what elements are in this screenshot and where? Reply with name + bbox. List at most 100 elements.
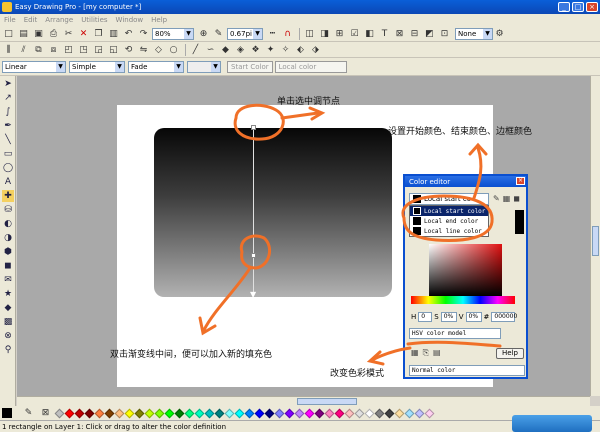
palette-color-swatch[interactable]	[114, 408, 125, 418]
gradient-rectangle[interactable]	[154, 128, 392, 297]
align-icon[interactable]: ⫼	[2, 43, 15, 56]
v-field[interactable]: 0%	[465, 312, 482, 322]
menu-help[interactable]: Help	[151, 16, 167, 24]
shape-tool-icon[interactable]: ⊡	[438, 27, 451, 40]
pen-icon[interactable]: ✎	[212, 27, 225, 40]
arrange-icon[interactable]: ◳	[77, 43, 90, 56]
h-field[interactable]: 0	[418, 312, 433, 322]
node-icon[interactable]: ◇	[152, 43, 165, 56]
undo-icon[interactable]: ↶	[122, 27, 135, 40]
group-icon[interactable]: ⧉	[32, 43, 45, 56]
gradient-style-select[interactable]: Simple ▼	[69, 60, 125, 73]
line-style-icon[interactable]: ┅	[266, 27, 279, 40]
zoom-select[interactable]: 80% ▼	[152, 27, 194, 40]
line-width-select[interactable]: 0.67pi ▼	[227, 27, 263, 40]
palette-color-swatch[interactable]	[404, 408, 415, 418]
saturation-value-picker[interactable]	[429, 244, 502, 296]
dialog-title-bar[interactable]: Color editor ×	[405, 176, 526, 187]
color-target-dropdown[interactable]: Local start color Local end color Local …	[409, 205, 489, 237]
zoom-in-icon[interactable]: ⊕	[197, 27, 210, 40]
palette-color-swatch[interactable]	[134, 408, 145, 418]
color-model-select[interactable]: HSV color model	[409, 328, 501, 339]
node-icon[interactable]: ⬖	[294, 43, 307, 56]
redo-icon[interactable]: ↷	[137, 27, 150, 40]
menu-edit[interactable]: Edit	[24, 16, 38, 24]
no-color-icon[interactable]: ⊠	[39, 407, 52, 420]
palette-color-swatch[interactable]	[204, 408, 215, 418]
print-icon[interactable]: ⎙	[47, 27, 60, 40]
minimize-button[interactable]: _	[558, 2, 570, 12]
gradient-mid-node[interactable]	[251, 253, 256, 258]
maximize-button[interactable]: □	[572, 2, 584, 12]
shadow-icon[interactable]: ◼	[2, 260, 14, 272]
shape-tool-icon[interactable]: ⊟	[408, 27, 421, 40]
palette-color-swatch[interactable]	[264, 408, 275, 418]
circle-icon[interactable]: ○	[167, 43, 180, 56]
palette-color-swatch[interactable]	[224, 408, 235, 418]
color-mode-select[interactable]: Normal color	[409, 365, 525, 376]
color-editor-dialog[interactable]: Color editor × Local start co ✎ ▦ ◼ Loca…	[403, 174, 528, 379]
palette-color-swatch[interactable]	[354, 408, 365, 418]
menu-file[interactable]: File	[4, 16, 16, 24]
vertical-scrollbar[interactable]	[590, 76, 600, 396]
blend-icon[interactable]: ⬢	[2, 246, 14, 258]
hex-field[interactable]: 000000	[491, 312, 517, 322]
node-icon[interactable]: ✧	[279, 43, 292, 56]
align-icon[interactable]: ⫽	[17, 43, 30, 56]
palette-color-swatch[interactable]	[314, 408, 325, 418]
cut-icon[interactable]: ✂	[62, 27, 75, 40]
open-icon[interactable]: ▤	[17, 27, 30, 40]
option-local-end-color[interactable]: Local end color	[410, 216, 488, 226]
help-button[interactable]: Help	[496, 348, 524, 359]
delete-icon[interactable]: ✕	[77, 27, 90, 40]
palette-color-swatch[interactable]	[414, 408, 425, 418]
shape-tool-icon[interactable]: ◫	[303, 27, 316, 40]
bezier-icon[interactable]: ∫	[2, 106, 14, 118]
palette-color-swatch[interactable]	[64, 408, 75, 418]
transparency-icon[interactable]: ◑	[2, 232, 14, 244]
palette-color-swatch[interactable]	[124, 408, 135, 418]
line-icon[interactable]: ╱	[189, 43, 202, 56]
menu-window[interactable]: Window	[116, 16, 144, 24]
node-icon[interactable]: ◈	[234, 43, 247, 56]
close-button[interactable]: ×	[586, 2, 598, 12]
palette-color-swatch[interactable]	[294, 408, 305, 418]
line-icon[interactable]: ╲	[2, 134, 14, 146]
menu-arrange[interactable]: Arrange	[45, 16, 73, 24]
paste-icon[interactable]: ▥	[107, 27, 120, 40]
current-color-swatch[interactable]	[2, 408, 12, 418]
check-icon[interactable]: ☑	[348, 27, 361, 40]
option-local-start-color[interactable]: Local start color	[410, 206, 488, 216]
save-icon[interactable]: ▣	[32, 27, 45, 40]
palette-color-swatch[interactable]	[184, 408, 195, 418]
eyedropper-icon[interactable]: ✎	[22, 407, 35, 420]
text-icon[interactable]: A	[2, 176, 14, 188]
rectangle-icon[interactable]: ▭	[2, 148, 14, 160]
pen-icon[interactable]: ✒	[2, 120, 14, 132]
bevel-icon[interactable]: ◆	[2, 302, 14, 314]
star-icon[interactable]: ★	[2, 288, 14, 300]
dialog-close-button[interactable]: ×	[516, 177, 525, 185]
node-icon[interactable]: ✦	[264, 43, 277, 56]
palette-color-swatch[interactable]	[254, 408, 265, 418]
hue-slider[interactable]	[411, 296, 515, 304]
eyedropper-icon[interactable]: ✎	[493, 194, 500, 203]
palette-color-swatch[interactable]	[304, 408, 315, 418]
palette-color-swatch[interactable]	[274, 408, 285, 418]
mold-icon[interactable]: ⊗	[2, 330, 14, 342]
gradient-effect-select[interactable]: Fade ▼	[128, 60, 184, 73]
image-icon[interactable]: ▩	[2, 316, 14, 328]
gradient-end-arrow-icon[interactable]: ▼	[250, 290, 256, 299]
shape-tool-icon[interactable]: ⊠	[393, 27, 406, 40]
palette-color-swatch[interactable]	[234, 408, 245, 418]
palette-color-swatch[interactable]	[94, 408, 105, 418]
fill-icon[interactable]: ✚	[2, 190, 14, 202]
palette-color-swatch[interactable]	[384, 408, 395, 418]
palette-color-swatch[interactable]	[174, 408, 185, 418]
checker-icon[interactable]: ▦	[411, 348, 419, 358]
copy-color-icon[interactable]: ⎘	[423, 348, 429, 358]
gradient-line[interactable]	[253, 127, 254, 295]
gradient-type-select[interactable]: Linear ▼	[2, 60, 66, 73]
shape-tool-icon[interactable]: ⊞	[333, 27, 346, 40]
palette-color-swatch[interactable]	[214, 408, 225, 418]
